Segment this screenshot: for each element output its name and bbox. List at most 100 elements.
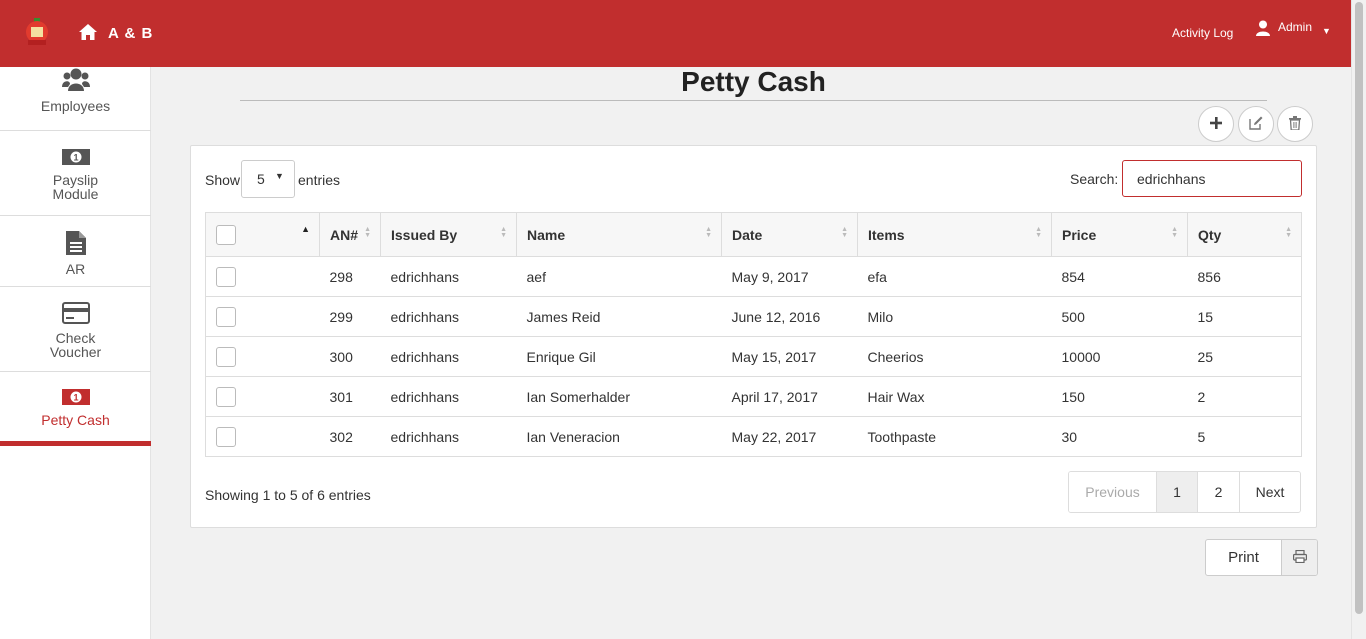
cell-date: May 9, 2017: [721, 256, 858, 297]
sort-icon: ▲ ▼: [1035, 226, 1042, 239]
cell-price: 30: [1051, 416, 1188, 457]
cell-an: 300: [319, 336, 381, 377]
column-header-price[interactable]: Price ▲ ▼: [1051, 212, 1188, 257]
activity-log-link[interactable]: Activity Log: [1172, 26, 1233, 40]
column-header-date[interactable]: Date ▲ ▼: [721, 212, 858, 257]
cell-qty: 2: [1187, 376, 1302, 417]
row-checkbox[interactable]: [216, 386, 236, 407]
column-label: Date: [732, 226, 763, 243]
home-icon: [78, 23, 98, 44]
credit-card-icon: [0, 301, 151, 327]
row-select-cell: [205, 296, 320, 337]
cell-name: Enrique Gil: [516, 336, 722, 377]
scrollbar-thumb[interactable]: [1355, 2, 1363, 614]
cell-issued-by: edrichhans: [380, 376, 517, 417]
vertical-scrollbar[interactable]: [1351, 0, 1366, 639]
sort-icon: ▲ ▼: [705, 226, 712, 239]
entries-length-select[interactable]: 5 ▼: [241, 160, 295, 198]
cell-date: June 12, 2016: [721, 296, 858, 337]
previous-page-button[interactable]: Previous: [1069, 472, 1156, 512]
cell-an: 301: [319, 376, 381, 417]
user-menu[interactable]: Admin ▼: [1256, 20, 1331, 39]
caret-down-icon: ▼: [1322, 26, 1331, 36]
print-icon-button[interactable]: [1281, 540, 1317, 575]
row-select-cell: [205, 416, 320, 457]
pagination: Previous 1 2 Next: [1068, 471, 1301, 513]
page-2-button[interactable]: 2: [1197, 472, 1239, 512]
cell-an: 302: [319, 416, 381, 457]
cell-date: May 22, 2017: [721, 416, 858, 457]
column-header-issued-by[interactable]: Issued By ▲ ▼: [380, 212, 517, 257]
table-row[interactable]: 298 edrichhans aef May 9, 2017 efa 854 8…: [205, 256, 1302, 297]
sidebar-item-check-voucher[interactable]: Check Voucher: [0, 301, 151, 359]
print-button[interactable]: Print: [1206, 540, 1281, 575]
sort-icon: ▲ ▼: [1171, 226, 1178, 239]
sidebar-item-employees[interactable]: Employees: [0, 67, 151, 113]
column-header-name[interactable]: Name ▲ ▼: [516, 212, 722, 257]
cell-items: Milo: [857, 296, 1052, 337]
row-checkbox[interactable]: [216, 306, 236, 327]
row-select-cell: [205, 376, 320, 417]
sidebar: Employees 1 Payslip Module AR Check Vouc…: [0, 67, 151, 639]
table-info: Showing 1 to 5 of 6 entries: [205, 487, 371, 503]
caret-down-icon: ▼: [275, 171, 284, 181]
cell-items: Cheerios: [857, 336, 1052, 377]
document-icon: [0, 230, 151, 258]
show-label: Show: [205, 172, 241, 188]
row-checkbox[interactable]: [216, 426, 236, 447]
search-input[interactable]: [1122, 160, 1302, 197]
cell-qty: 25: [1187, 336, 1302, 377]
select-all-header[interactable]: ▲: [205, 212, 320, 257]
table-row[interactable]: 302 edrichhans Ian Veneracion May 22, 20…: [205, 416, 1302, 457]
column-label: Qty: [1198, 226, 1222, 243]
cell-issued-by: edrichhans: [380, 256, 517, 297]
table-row[interactable]: 299 edrichhans James Reid June 12, 2016 …: [205, 296, 1302, 337]
row-checkbox[interactable]: [216, 266, 236, 287]
home-link[interactable]: A & B: [78, 23, 153, 44]
column-label: AN#: [330, 226, 359, 243]
petty-cash-table: ▲ AN# ▲ ▼ Issued By ▲ ▼ Name ▲ ▼ Date ▲ ▼: [205, 212, 1302, 457]
sidebar-divider: [0, 130, 151, 131]
select-all-checkbox[interactable]: [216, 224, 236, 245]
sidebar-item-ar[interactable]: AR: [0, 230, 151, 276]
column-header-an[interactable]: AN# ▲ ▼: [319, 212, 381, 257]
row-checkbox[interactable]: [216, 346, 236, 367]
table-header-row: ▲ AN# ▲ ▼ Issued By ▲ ▼ Name ▲ ▼ Date ▲ ▼: [205, 212, 1302, 257]
sidebar-item-petty-cash[interactable]: 1 Petty Cash: [0, 387, 151, 427]
cell-name: Ian Somerhalder: [516, 376, 722, 417]
brand-name: A & B: [108, 25, 154, 42]
add-button[interactable]: [1198, 106, 1234, 142]
cell-price: 150: [1051, 376, 1188, 417]
table-row[interactable]: 301 edrichhans Ian Somerhalder April 17,…: [205, 376, 1302, 417]
sort-icon: ▲ ▼: [364, 226, 371, 239]
plus-icon: [1210, 116, 1222, 132]
company-logo[interactable]: [24, 18, 50, 46]
sidebar-label-payslip: Payslip Module: [52, 172, 99, 202]
delete-button[interactable]: [1277, 106, 1313, 142]
cell-date: May 15, 2017: [721, 336, 858, 377]
cell-date: April 17, 2017: [721, 376, 858, 417]
cell-price: 500: [1051, 296, 1188, 337]
sort-icon: ▲ ▼: [841, 226, 848, 239]
svg-text:1: 1: [73, 393, 78, 403]
column-label: Issued By: [391, 226, 458, 243]
sort-icon: ▲ ▼: [500, 226, 507, 239]
column-header-items[interactable]: Items ▲ ▼: [857, 212, 1052, 257]
cell-name: Ian Veneracion: [516, 416, 722, 457]
page-1-button[interactable]: 1: [1156, 472, 1197, 512]
cell-an: 298: [319, 256, 381, 297]
cell-an: 299: [319, 296, 381, 337]
cell-issued-by: edrichhans: [380, 336, 517, 377]
row-select-cell: [205, 336, 320, 377]
next-page-button[interactable]: Next: [1239, 472, 1300, 512]
edit-button[interactable]: [1238, 106, 1274, 142]
cell-price: 854: [1051, 256, 1188, 297]
entries-length-value: 5: [257, 171, 265, 187]
sidebar-label-employees: Employees: [40, 98, 111, 114]
search-label: Search:: [1070, 171, 1119, 187]
table-row[interactable]: 300 edrichhans Enrique Gil May 15, 2017 …: [205, 336, 1302, 377]
column-header-qty[interactable]: Qty ▲ ▼: [1187, 212, 1302, 257]
print-button-group: Print: [1205, 539, 1318, 576]
money-icon: 1: [0, 387, 151, 409]
sidebar-item-payslip[interactable]: 1 Payslip Module: [0, 147, 151, 201]
